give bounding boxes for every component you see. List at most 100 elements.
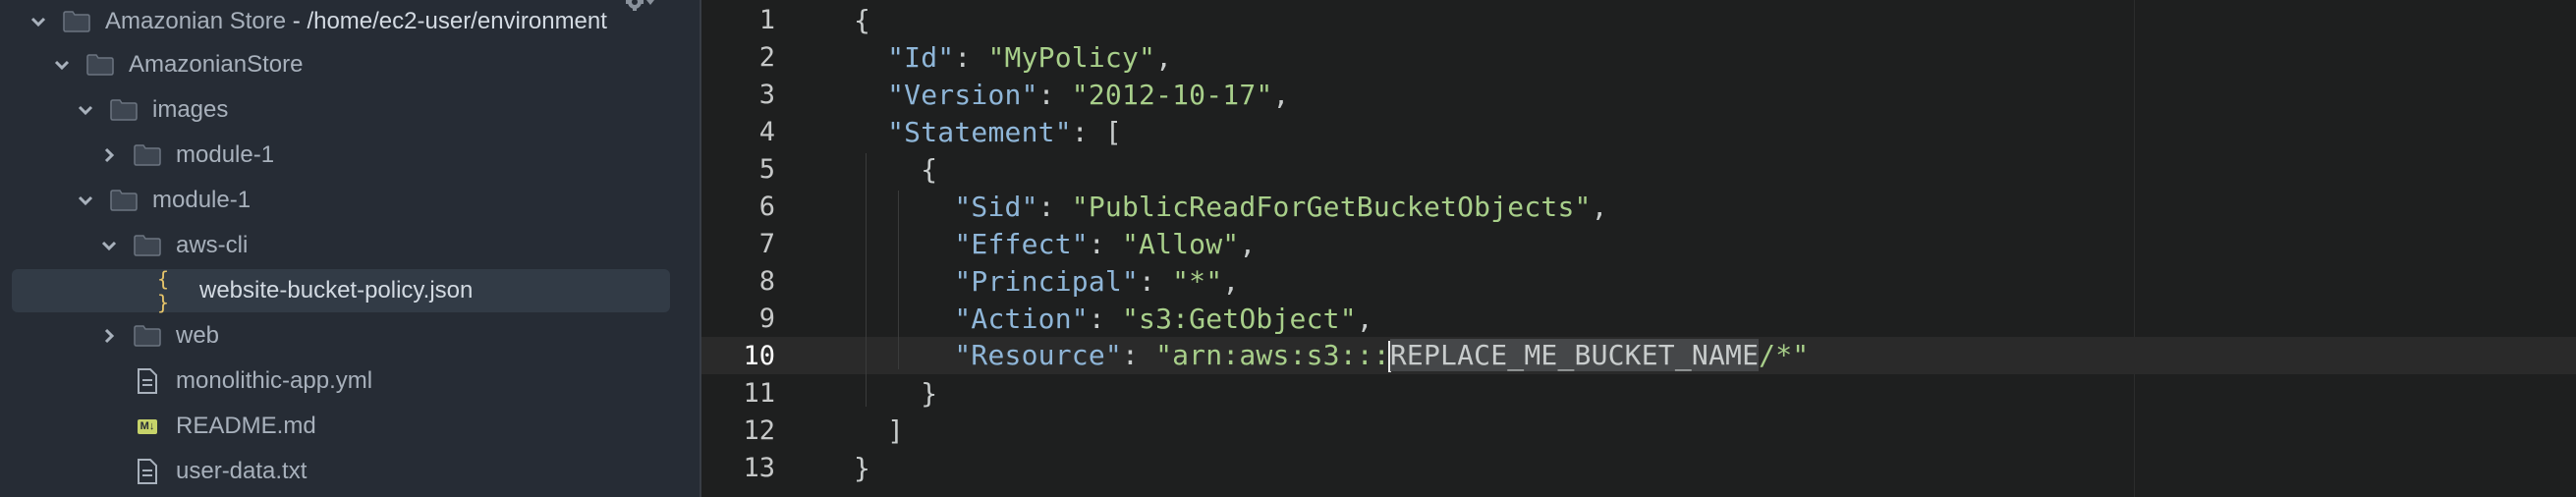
chevron-right-icon[interactable] [98, 325, 120, 347]
code-token: "Version" [887, 78, 1038, 111]
tree-folder-item[interactable]: images [0, 88, 700, 132]
code-token: } [854, 451, 871, 484]
indent-guide [866, 153, 867, 407]
code-token: : [1088, 302, 1122, 335]
selected-text: REPLACE_ME_BUCKET_NAME [1389, 339, 1760, 371]
code-token: , [1356, 302, 1373, 335]
tree-item-label: aws-cli [176, 232, 249, 258]
tree-item-label: images [152, 96, 229, 123]
code-text: ] [854, 414, 904, 447]
tree-item-label: module-1 [152, 187, 252, 213]
tree-folder-item[interactable]: AmazonianStore [0, 43, 700, 86]
folder-icon [134, 235, 161, 256]
code-token: : [954, 40, 988, 74]
tree-file-item[interactable]: user-data.txt [0, 450, 700, 493]
code-token: : [ [1071, 115, 1122, 148]
folder-icon [134, 325, 161, 347]
chevron-down-icon[interactable] [75, 190, 96, 211]
code-text: "Version": "2012-10-17", [854, 79, 1290, 111]
code-token: : [1121, 339, 1156, 371]
code-line[interactable]: 9 "Action": "s3:GetObject", [701, 300, 2576, 337]
code-line[interactable]: 7 "Effect": "Allow", [701, 225, 2576, 262]
tree-folder-item[interactable]: module-1 [0, 134, 700, 177]
workspace-path: - /home/ec2-user/environment [286, 8, 607, 34]
chevron-down-icon[interactable] [75, 99, 96, 121]
markdown-badge: M↓ [137, 418, 158, 434]
code-token: "Allow" [1121, 227, 1240, 260]
tree-folder-item[interactable]: module-1 [0, 179, 700, 222]
tree-folder-item[interactable]: Amazonian Store - /home/ec2-user/environ… [0, 0, 700, 43]
line-number: 9 [758, 303, 775, 334]
folder-icon [86, 54, 114, 76]
line-number: 3 [758, 79, 775, 110]
code-token: "*" [1172, 264, 1223, 298]
chevron-down-icon[interactable] [98, 235, 120, 256]
code-text: } [854, 452, 870, 484]
code-line[interactable]: 1{ [701, 1, 2576, 38]
code-line[interactable]: 5 { [701, 150, 2576, 188]
code-line[interactable]: 10 "Resource": "arn:aws:s3:::REPLACE_ME_… [701, 337, 2576, 374]
line-number: 7 [758, 228, 775, 259]
code-token: , [1239, 227, 1257, 260]
code-token: , [1591, 190, 1608, 223]
tree-item-label: Amazonian Store [105, 8, 287, 34]
code-editor[interactable]: 1{2 "Id": "MyPolicy", 3 "Version": "2012-… [701, 0, 2576, 497]
indent-guide [898, 191, 899, 369]
code-token: : [1139, 264, 1173, 298]
code-line[interactable]: 2 "Id": "MyPolicy", [701, 38, 2576, 76]
tree-file-item[interactable]: monolithic-app.yml [0, 359, 700, 403]
code-token: "Action" [954, 302, 1089, 335]
code-token: "PublicReadForGetBucketObjects" [1071, 190, 1592, 223]
code-line[interactable]: 11 } [701, 374, 2576, 412]
file-icon-wrapper [134, 367, 161, 395]
tree-folder-item[interactable]: aws-cli [0, 224, 700, 267]
folder-icon [110, 190, 138, 211]
code-text: "Sid": "PublicReadForGetBucketObjects", [854, 191, 1608, 223]
line-number: 4 [758, 116, 775, 147]
code-text: "Id": "MyPolicy", [854, 41, 1172, 74]
line-number: 13 [743, 452, 775, 483]
line-number: 10 [743, 340, 775, 371]
text-file-icon [138, 368, 157, 394]
code-token: "Effect" [954, 227, 1089, 260]
code-line[interactable]: 8 "Principal": "*", [701, 262, 2576, 300]
tree-item-label: user-data.txt [176, 458, 308, 484]
tree-folder-item[interactable]: web [0, 314, 700, 358]
chevron-down-icon[interactable] [51, 54, 73, 76]
tree-file-item[interactable]: { } website-bucket-policy.json [0, 267, 700, 314]
chevron-right-icon[interactable] [98, 144, 120, 166]
tree-file-item[interactable]: M↓ README.md [0, 405, 700, 448]
file-tree-panel: Amazonian Store - /home/ec2-user/environ… [0, 0, 700, 497]
line-number: 5 [758, 153, 775, 185]
code-token: { [854, 3, 871, 36]
code-token: : [1037, 190, 1072, 223]
file-icon-wrapper [134, 458, 161, 485]
code-text: "Statement": [ [854, 116, 1122, 148]
code-text: "Action": "s3:GetObject", [854, 303, 1373, 335]
code-token: ] [854, 414, 905, 447]
code-line[interactable]: 4 "Statement": [ [701, 113, 2576, 150]
code-token: "s3:GetObject" [1121, 302, 1357, 335]
code-text: { [854, 4, 870, 36]
folder-icon [110, 99, 138, 121]
settings-gear-icon[interactable] [623, 0, 656, 20]
code-text: "Effect": "Allow", [854, 228, 1256, 260]
code-token: "Id" [887, 40, 955, 74]
code-line[interactable]: 13} [701, 449, 2576, 486]
code-token: , [1222, 264, 1240, 298]
code-line[interactable]: 3 "Version": "2012-10-17", [701, 76, 2576, 113]
folder-icon [134, 144, 161, 166]
code-token: , [1272, 78, 1290, 111]
line-number: 12 [743, 414, 775, 446]
code-token: : [1088, 227, 1122, 260]
code-token: "Resource" [954, 339, 1122, 371]
chevron-down-icon[interactable] [28, 11, 49, 32]
code-line[interactable]: 12 ] [701, 412, 2576, 449]
code-line[interactable]: 6 "Sid": "PublicReadForGetBucketObjects"… [701, 188, 2576, 225]
folder-icon [63, 11, 90, 32]
